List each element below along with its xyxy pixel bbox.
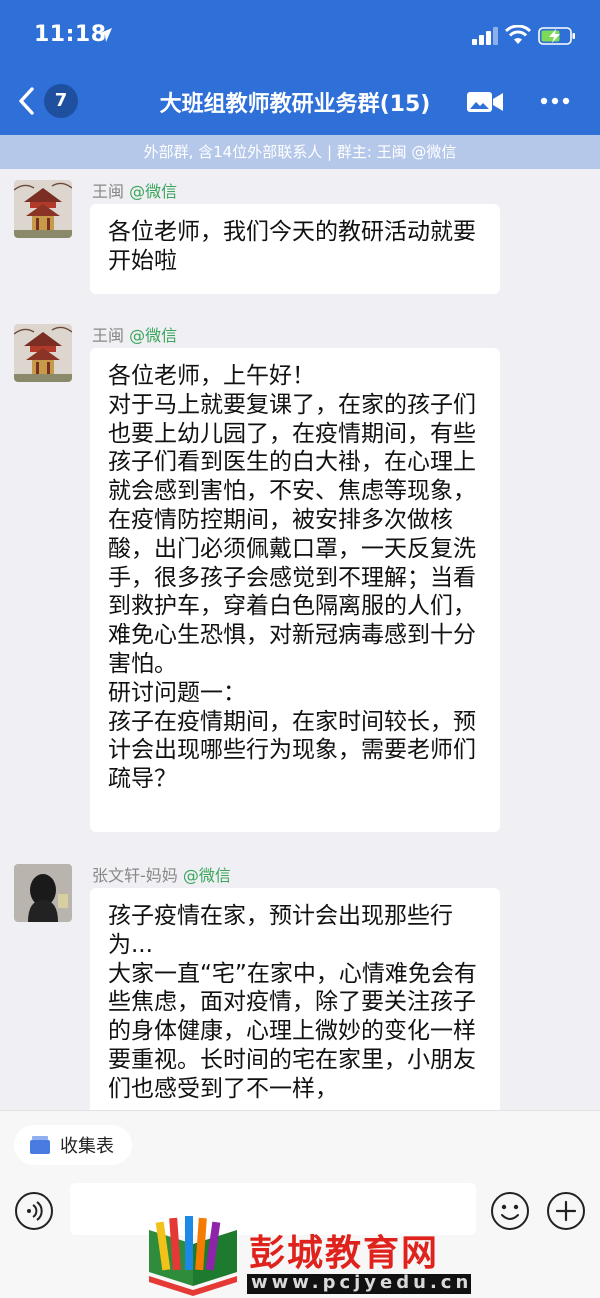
avatar[interactable] xyxy=(14,324,72,382)
sender-name-text: 王闽 xyxy=(92,326,125,345)
battery-charging-icon xyxy=(538,27,575,45)
sender-source: @微信 xyxy=(182,866,231,885)
cellular-signal-icon xyxy=(472,27,498,45)
status-bar: 11:18 xyxy=(0,0,600,70)
avatar[interactable] xyxy=(14,864,72,922)
unread-count-badge[interactable]: 7 xyxy=(44,84,78,118)
chevron-left-icon[interactable] xyxy=(14,84,40,118)
watermark-url: www.pcjyedu.cn xyxy=(251,1272,473,1293)
sender-name-text: 张文轩-妈妈 xyxy=(92,866,178,885)
sender-name: 王闽 @微信 xyxy=(92,178,177,202)
wifi-icon xyxy=(505,25,531,44)
chat-header: 11:18 7 大班组教师教研业务群(15) xyxy=(0,0,600,135)
group-title[interactable]: 大班组教师教研业务群(15) xyxy=(130,86,460,118)
watermark-name: 彭城教育网 xyxy=(249,1233,440,1274)
site-watermark: 彭城教育网 www.pcjyedu.cn xyxy=(145,1216,475,1298)
nav-bar: 7 大班组教师教研业务群(15) xyxy=(0,70,600,135)
collect-form-chip[interactable]: 收集表 xyxy=(14,1125,132,1165)
form-icon xyxy=(30,1136,50,1154)
book-logo-icon xyxy=(149,1216,237,1296)
message-bubble[interactable]: 孩子疫情在家，预计会出现那些行为... 大家一直“宅”在家中，心情难免会有些焦虑… xyxy=(90,888,500,1128)
location-arrow-icon xyxy=(98,28,112,42)
avatar[interactable] xyxy=(14,180,72,238)
more-dots-icon[interactable] xyxy=(540,96,570,106)
sender-source: @微信 xyxy=(129,326,178,345)
plus-icon[interactable] xyxy=(546,1191,586,1231)
sender-name-text: 王闽 xyxy=(92,182,125,201)
emoji-icon[interactable] xyxy=(490,1191,530,1231)
sender-name: 张文轩-妈妈 @微信 xyxy=(92,862,231,886)
group-info-bar[interactable]: 外部群, 含14位外部联系人 | 群主: 王闽 @微信 xyxy=(0,135,600,169)
video-call-icon[interactable] xyxy=(466,90,504,114)
voice-input-icon[interactable] xyxy=(14,1191,54,1231)
collect-form-label: 收集表 xyxy=(60,1136,114,1157)
sender-name: 王闽 @微信 xyxy=(92,322,177,346)
sender-source: @微信 xyxy=(129,182,178,201)
message-bubble[interactable]: 各位老师，我们今天的教研活动就要开始啦 xyxy=(90,204,500,294)
message-bubble[interactable]: 各位老师，上午好！ 对于马上就要复课了，在家的孩子们也要上幼儿园了，在疫情期间，… xyxy=(90,348,500,832)
